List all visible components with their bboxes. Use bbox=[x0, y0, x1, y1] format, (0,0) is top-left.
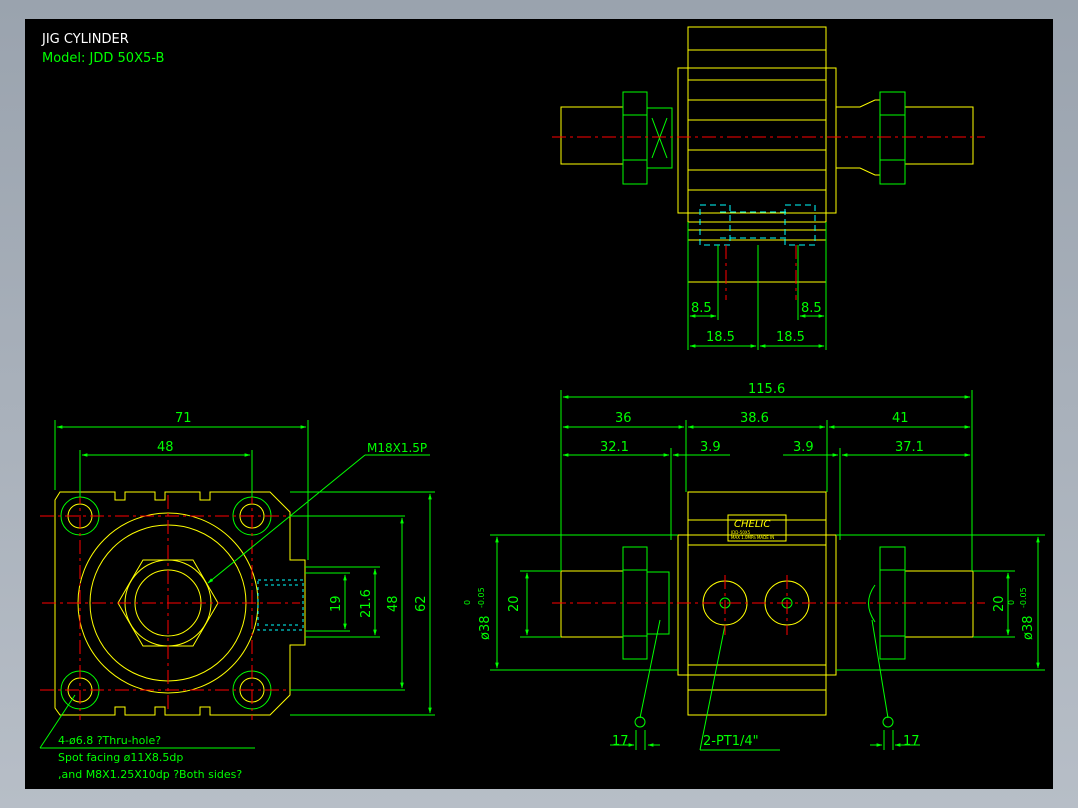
top-body-inner bbox=[677, 67, 837, 214]
side-view: 71 48 M18X1.5P 19 21.6 48 62 4-ø6.8 ?Thr… bbox=[39, 411, 435, 781]
side-height-62: 62 bbox=[414, 595, 429, 612]
front-view: 115.6 36 38.6 41 32.1 3.9 3.9 37.1 20 20… bbox=[463, 382, 1045, 751]
bore-right-lower: -0.05 bbox=[1019, 587, 1028, 608]
port-note: 2-PT1/4" bbox=[703, 734, 759, 749]
side-height-19: 19 bbox=[329, 595, 344, 612]
bore-right-prefix: ø38 bbox=[1021, 616, 1036, 641]
rod-dim-right: 17 bbox=[903, 734, 920, 749]
rod-dim-left: 17 bbox=[612, 734, 629, 749]
bore-left-prefix: ø38 bbox=[478, 616, 493, 641]
top-dim-left-large: 18.5 bbox=[706, 330, 735, 345]
top-view: 8.5 8.5 18.5 18.5 bbox=[552, 26, 985, 350]
nameplate-line2: MAX 1.0MPa MADE IN bbox=[731, 535, 774, 540]
front-dim-41: 41 bbox=[892, 411, 909, 426]
front-dim-3-9-right: 3.9 bbox=[793, 440, 814, 455]
nameplate-brand: CHELIC bbox=[734, 519, 770, 530]
cad-drawing: 8.5 8.5 18.5 18.5 115.6 36 38.6 41 32.1 … bbox=[39, 26, 1045, 781]
side-height-48: 48 bbox=[386, 595, 401, 612]
bore-left-upper: 0 bbox=[463, 600, 472, 605]
side-dim-71: 71 bbox=[175, 411, 192, 426]
side-dim-48: 48 bbox=[157, 440, 174, 455]
front-height-left: 20 bbox=[507, 595, 522, 612]
hole-note-3: ,and M8X1.25X10dp ?Both sides? bbox=[58, 768, 242, 781]
side-height-21-6: 21.6 bbox=[359, 589, 374, 618]
top-dim-right-large: 18.5 bbox=[776, 330, 805, 345]
front-dim-36: 36 bbox=[615, 411, 632, 426]
front-height-right: 20 bbox=[992, 595, 1007, 612]
front-dim-32-1: 32.1 bbox=[600, 440, 629, 455]
top-body bbox=[687, 26, 827, 223]
front-dim-37-1: 37.1 bbox=[895, 440, 924, 455]
hole-note-2: Spot facing ø11X8.5dp bbox=[58, 751, 183, 764]
top-dim-left-small: 8.5 bbox=[691, 301, 712, 316]
hole-note-1: 4-ø6.8 ?Thru-hole? bbox=[58, 734, 161, 747]
front-dim-3-9-left: 3.9 bbox=[700, 440, 721, 455]
front-dim-overall: 115.6 bbox=[748, 382, 785, 397]
bore-left-lower: -0.05 bbox=[477, 587, 486, 608]
top-dim-right-small: 8.5 bbox=[801, 301, 822, 316]
thread-note: M18X1.5P bbox=[367, 441, 427, 455]
front-dim-38-6: 38.6 bbox=[740, 411, 769, 426]
bore-right-upper: 0 bbox=[1007, 600, 1016, 605]
